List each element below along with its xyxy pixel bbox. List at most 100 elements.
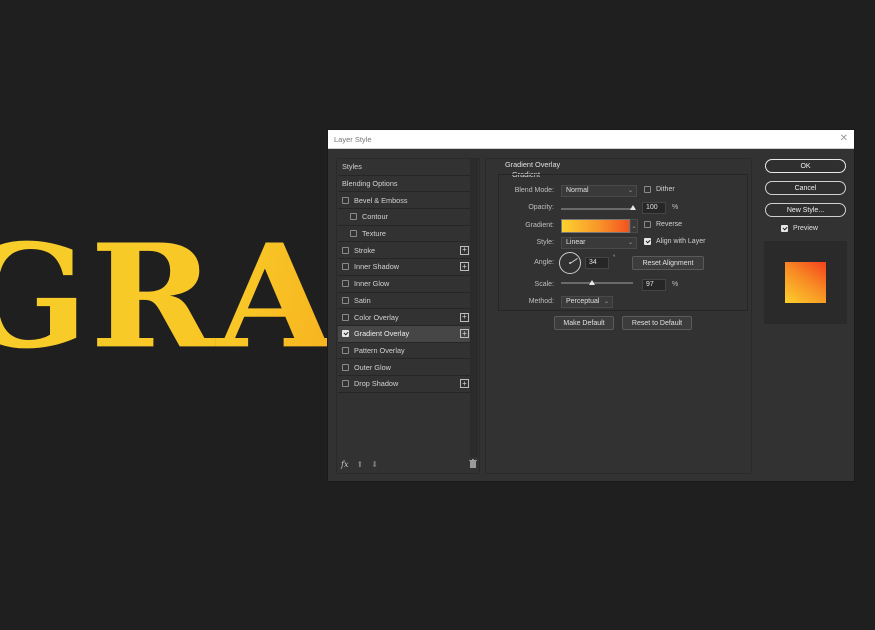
opacity-input[interactable]: 100 bbox=[642, 202, 666, 214]
add-gradient-overlay-plus-icon[interactable]: + bbox=[460, 329, 469, 339]
blending-options-label: Blending Options bbox=[342, 179, 398, 189]
scale-slider-thumb[interactable] bbox=[588, 280, 595, 285]
style-item-gradient-overlay[interactable]: Gradient Overlay + bbox=[338, 325, 470, 343]
style-item-color-overlay[interactable]: Color Overlay + bbox=[338, 309, 470, 326]
cancel-button[interactable]: Cancel bbox=[765, 181, 846, 195]
preview-label: Preview bbox=[793, 225, 818, 232]
preview-checkbox[interactable] bbox=[781, 225, 788, 232]
style-item-pattern-overlay[interactable]: Pattern Overlay bbox=[338, 343, 470, 360]
inner-shadow-checkbox[interactable] bbox=[342, 263, 349, 271]
style-item-inner-glow[interactable]: Inner Glow bbox=[338, 276, 470, 293]
style-item-satin[interactable]: Satin bbox=[338, 293, 470, 310]
style-item-texture[interactable]: Texture bbox=[338, 226, 470, 243]
style-item-label: Bevel & Emboss bbox=[354, 195, 408, 205]
move-down-icon[interactable]: ⬇ bbox=[371, 460, 378, 469]
style-item-outer-glow[interactable]: Outer Glow bbox=[338, 359, 470, 376]
style-item-label: Color Overlay bbox=[354, 312, 399, 322]
outer-glow-checkbox[interactable] bbox=[342, 363, 349, 371]
styles-scrollbar[interactable] bbox=[470, 159, 478, 457]
move-up-icon[interactable]: ⬆ bbox=[356, 460, 363, 469]
scale-input[interactable]: 97 bbox=[642, 279, 666, 291]
angle-unit: ° bbox=[613, 255, 616, 261]
new-style-button[interactable]: New Style... bbox=[765, 203, 846, 217]
opacity-label: Opacity: bbox=[528, 204, 554, 211]
chevron-down-icon: ⌄ bbox=[603, 299, 609, 305]
scale-label: Scale: bbox=[534, 281, 554, 288]
gradient-label: Gradient: bbox=[525, 222, 554, 229]
style-item-inner-shadow[interactable]: Inner Shadow + bbox=[338, 259, 470, 276]
add-drop-shadow-plus-icon[interactable]: + bbox=[460, 379, 469, 389]
style-label: Style: bbox=[536, 239, 554, 246]
satin-checkbox[interactable] bbox=[342, 296, 349, 304]
opacity-slider-thumb[interactable] bbox=[630, 205, 636, 210]
method-select[interactable]: Perceptual ⌄ bbox=[561, 296, 613, 308]
method-label: Method: bbox=[528, 298, 554, 305]
bevel-emboss-checkbox[interactable] bbox=[342, 196, 349, 204]
gradient-overlay-checkbox[interactable] bbox=[342, 330, 349, 338]
scale-unit: % bbox=[672, 281, 679, 288]
add-color-overlay-plus-icon[interactable]: + bbox=[460, 312, 469, 322]
styles-footer: fx ⬆ ⬇ bbox=[341, 458, 477, 470]
blend-mode-select[interactable]: Normal ⌄ bbox=[561, 185, 637, 197]
drop-shadow-checkbox[interactable] bbox=[342, 380, 349, 388]
angle-input[interactable]: 34 bbox=[585, 257, 609, 269]
blend-mode-value: Normal bbox=[566, 187, 589, 194]
preview-swatch bbox=[785, 262, 826, 303]
gradient-overlay-settings: Gradient Overlay Gradient Blend Mode: No… bbox=[485, 158, 752, 474]
angle-label: Angle: bbox=[534, 259, 554, 266]
pattern-overlay-checkbox[interactable] bbox=[342, 346, 349, 354]
style-item-label: Gradient Overlay bbox=[354, 329, 410, 339]
align-with-layer-checkbox[interactable] bbox=[644, 238, 651, 245]
layer-style-dialog: Layer Style ✕ Styles Blending Options Be… bbox=[328, 130, 854, 481]
close-icon[interactable]: ✕ bbox=[840, 134, 848, 144]
style-item-drop-shadow[interactable]: Drop Shadow + bbox=[338, 376, 470, 393]
gradient-swatch[interactable] bbox=[561, 219, 630, 233]
styles-header[interactable]: Styles bbox=[338, 159, 470, 176]
trash-icon[interactable] bbox=[469, 458, 477, 470]
chevron-down-icon: ⌄ bbox=[627, 188, 633, 194]
preview-option[interactable]: Preview bbox=[781, 225, 818, 232]
align-label: Align with Layer bbox=[656, 238, 706, 245]
styles-panel: Styles Blending Options Bevel & Emboss C… bbox=[336, 158, 480, 474]
ok-button[interactable]: OK bbox=[765, 159, 846, 173]
opacity-slider-track[interactable] bbox=[561, 208, 633, 210]
gradient-picker-chevron-icon[interactable]: ⌄ bbox=[630, 219, 638, 233]
align-with-layer-option[interactable]: Align with Layer bbox=[644, 238, 705, 245]
reset-to-default-button[interactable]: Reset to Default bbox=[622, 316, 692, 330]
blending-options-item[interactable]: Blending Options bbox=[338, 176, 470, 193]
style-item-stroke[interactable]: Stroke + bbox=[338, 242, 470, 260]
section-title: Gradient Overlay bbox=[505, 160, 561, 169]
style-preview bbox=[764, 241, 847, 324]
fx-icon[interactable]: fx bbox=[341, 460, 348, 469]
style-item-label: Texture bbox=[362, 229, 386, 239]
style-item-bevel-emboss[interactable]: Bevel & Emboss bbox=[338, 192, 470, 210]
style-item-contour[interactable]: Contour bbox=[338, 209, 470, 226]
dither-label: Dither bbox=[656, 186, 675, 193]
angle-dial-hand bbox=[569, 258, 578, 264]
stroke-checkbox[interactable] bbox=[342, 246, 349, 254]
method-value: Perceptual bbox=[566, 298, 600, 305]
texture-checkbox[interactable] bbox=[350, 230, 357, 238]
dither-checkbox[interactable] bbox=[644, 186, 651, 193]
dither-option[interactable]: Dither bbox=[644, 186, 675, 193]
dialog-title: Layer Style bbox=[334, 134, 372, 144]
add-stroke-plus-icon[interactable]: + bbox=[460, 245, 469, 255]
style-select[interactable]: Linear ⌄ bbox=[561, 237, 637, 249]
add-inner-shadow-plus-icon[interactable]: + bbox=[460, 262, 469, 272]
angle-dial[interactable] bbox=[559, 252, 581, 274]
style-item-label: Inner Shadow bbox=[354, 262, 400, 272]
make-default-button[interactable]: Make Default bbox=[554, 316, 614, 330]
style-item-label: Satin bbox=[354, 295, 371, 305]
chevron-down-icon: ⌄ bbox=[627, 240, 633, 246]
scale-slider-track[interactable] bbox=[561, 282, 633, 284]
reverse-option[interactable]: Reverse bbox=[644, 221, 682, 228]
color-overlay-checkbox[interactable] bbox=[342, 313, 349, 321]
inner-glow-checkbox[interactable] bbox=[342, 280, 349, 288]
reset-alignment-button[interactable]: Reset Alignment bbox=[632, 256, 704, 270]
gradient-group: Blend Mode: Normal ⌄ Dither Opacity: 100… bbox=[498, 174, 748, 311]
styles-header-label: Styles bbox=[342, 162, 362, 172]
style-item-label: Outer Glow bbox=[354, 362, 391, 372]
reverse-checkbox[interactable] bbox=[644, 221, 651, 228]
contour-checkbox[interactable] bbox=[350, 213, 357, 221]
style-item-label: Inner Glow bbox=[354, 279, 390, 289]
